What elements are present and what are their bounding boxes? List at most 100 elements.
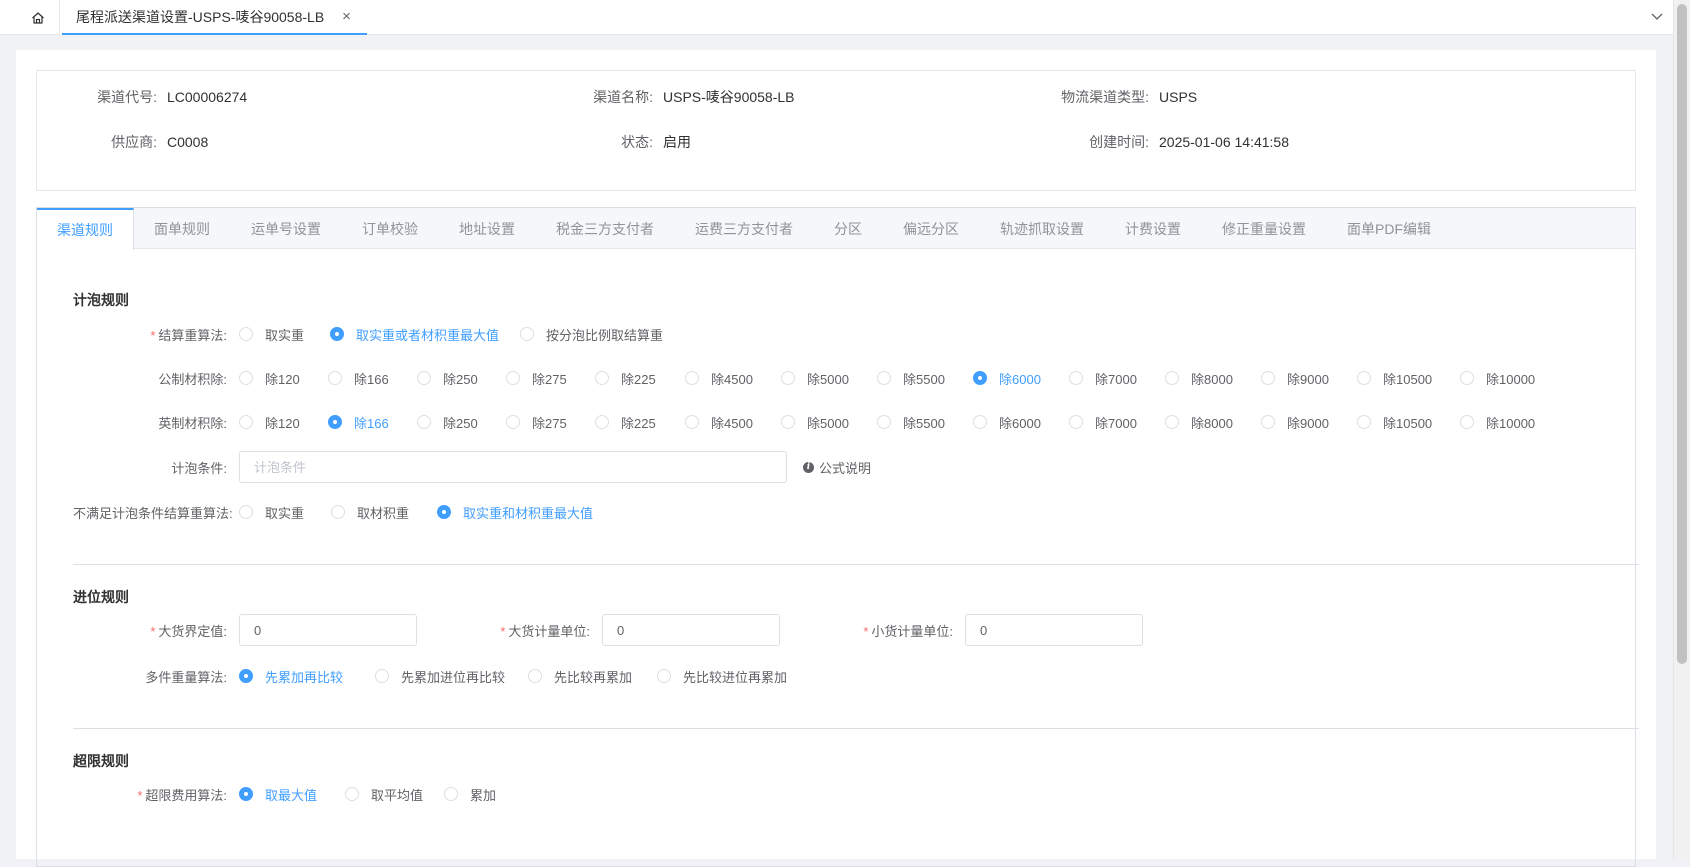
small-unit-input[interactable] (965, 614, 1143, 646)
r-metric-option[interactable]: 除5000 (781, 369, 877, 388)
tab-9[interactable]: 轨迹抓取设置 (980, 208, 1105, 249)
scrollbar-thumb[interactable] (1677, 4, 1687, 664)
radio-dot[interactable] (1261, 371, 1275, 385)
radio-dot[interactable] (973, 415, 987, 429)
radio-dot[interactable] (1357, 371, 1371, 385)
r-metric-option[interactable]: 除6000 (973, 369, 1069, 388)
radio-dot[interactable] (375, 669, 389, 683)
vertical-scrollbar[interactable] (1673, 0, 1690, 859)
radio-dot[interactable] (1261, 415, 1275, 429)
tab-12[interactable]: 面单PDF编辑 (1327, 208, 1452, 249)
r-imperial-option[interactable]: 除9000 (1261, 413, 1357, 432)
radio-dot[interactable] (239, 787, 253, 801)
radio-dot[interactable] (330, 327, 344, 341)
r-imperial-option[interactable]: 除166 (328, 413, 417, 432)
r-metric-option[interactable]: 除8000 (1165, 369, 1261, 388)
r-multi-option[interactable]: 先比较进位再累加 (657, 667, 797, 686)
chevron-down-icon[interactable] (1648, 8, 1666, 26)
tab-3[interactable]: 订单校验 (342, 208, 439, 249)
r-metric-option[interactable]: 除9000 (1261, 369, 1357, 388)
radio-dot[interactable] (328, 415, 342, 429)
radio-dot[interactable] (973, 371, 987, 385)
tab-1[interactable]: 面单规则 (134, 208, 231, 249)
radio-dot[interactable] (328, 371, 342, 385)
foam-condition-input[interactable] (239, 451, 787, 483)
radio-dot[interactable] (1069, 415, 1083, 429)
tab-2[interactable]: 运单号设置 (231, 208, 342, 249)
r-imperial-option[interactable]: 除275 (506, 413, 595, 432)
r-metric-option[interactable]: 除120 (239, 369, 328, 388)
radio-dot[interactable] (877, 371, 891, 385)
radio-dot[interactable] (1460, 415, 1474, 429)
radio-dot[interactable] (345, 787, 359, 801)
r-imperial-option[interactable]: 除4500 (685, 413, 781, 432)
r-over-option[interactable]: 取最大值 (239, 785, 345, 804)
radio-dot[interactable] (1165, 415, 1179, 429)
tab-6[interactable]: 运费三方支付者 (675, 208, 814, 249)
r-metric-option[interactable]: 除250 (417, 369, 506, 388)
radio-dot[interactable] (417, 415, 431, 429)
r-metric-option[interactable]: 除7000 (1069, 369, 1165, 388)
r-imperial-option[interactable]: 除225 (595, 413, 685, 432)
radio-dot[interactable] (685, 415, 699, 429)
radio-dot[interactable] (685, 371, 699, 385)
r-imperial-option[interactable]: 除10500 (1357, 413, 1460, 432)
close-icon[interactable]: × (342, 8, 351, 25)
tab-7[interactable]: 分区 (814, 208, 883, 249)
radio-dot[interactable] (239, 371, 253, 385)
r-multi-option[interactable]: 先累加再比较 (239, 667, 375, 686)
radio-dot[interactable] (781, 415, 795, 429)
tab-5[interactable]: 税金三方支付者 (536, 208, 675, 249)
tab-10[interactable]: 计费设置 (1105, 208, 1202, 249)
r-over-option[interactable]: 取平均值 (345, 785, 444, 804)
radio-dot[interactable] (1165, 371, 1179, 385)
bulk-unit-input[interactable] (602, 614, 780, 646)
r-unmet-option[interactable]: 取实重 (239, 503, 331, 522)
radio-dot[interactable] (239, 669, 253, 683)
r-metric-option[interactable]: 除5500 (877, 369, 973, 388)
r-imperial-option[interactable]: 除5000 (781, 413, 877, 432)
radio-dot[interactable] (417, 371, 431, 385)
r-weight-option[interactable]: 按分泡比例取结算重 (520, 325, 680, 344)
tab-8[interactable]: 偏远分区 (883, 208, 980, 249)
tab-11[interactable]: 修正重量设置 (1202, 208, 1327, 249)
radio-dot[interactable] (877, 415, 891, 429)
r-metric-option[interactable]: 除10000 (1460, 369, 1550, 388)
home-tab[interactable] (16, 0, 60, 35)
radio-dot[interactable] (239, 327, 253, 341)
page-tab-channel-settings[interactable]: 尾程派送渠道设置-USPS-唛谷90058-LB × (62, 0, 367, 35)
r-imperial-option[interactable]: 除8000 (1165, 413, 1261, 432)
radio-dot[interactable] (239, 415, 253, 429)
r-metric-option[interactable]: 除10500 (1357, 369, 1460, 388)
r-unmet-option[interactable]: 取实重和材积重最大值 (437, 503, 607, 522)
radio-dot[interactable] (437, 505, 451, 519)
r-imperial-option[interactable]: 除7000 (1069, 413, 1165, 432)
r-weight-option[interactable]: 取实重 (239, 325, 330, 344)
r-imperial-option[interactable]: 除250 (417, 413, 506, 432)
radio-dot[interactable] (506, 371, 520, 385)
r-unmet-option[interactable]: 取材积重 (331, 503, 437, 522)
r-metric-option[interactable]: 除275 (506, 369, 595, 388)
r-over-option[interactable]: 累加 (444, 785, 514, 804)
radio-dot[interactable] (1069, 371, 1083, 385)
radio-dot[interactable] (1460, 371, 1474, 385)
radio-dot[interactable] (239, 505, 253, 519)
tab-0[interactable]: 渠道规则 (37, 208, 134, 250)
radio-dot[interactable] (1357, 415, 1371, 429)
radio-dot[interactable] (331, 505, 345, 519)
r-multi-option[interactable]: 先累加进位再比较 (375, 667, 528, 686)
r-imperial-option[interactable]: 除6000 (973, 413, 1069, 432)
formula-help-link[interactable]: i 公式说明 (803, 458, 871, 477)
bulk-threshold-input[interactable] (239, 614, 417, 646)
r-multi-option[interactable]: 先比较再累加 (528, 667, 657, 686)
radio-dot[interactable] (595, 371, 609, 385)
radio-dot[interactable] (520, 327, 534, 341)
r-metric-option[interactable]: 除166 (328, 369, 417, 388)
r-imperial-option[interactable]: 除5500 (877, 413, 973, 432)
r-imperial-option[interactable]: 除10000 (1460, 413, 1550, 432)
radio-dot[interactable] (781, 371, 795, 385)
r-imperial-option[interactable]: 除120 (239, 413, 328, 432)
radio-dot[interactable] (506, 415, 520, 429)
r-metric-option[interactable]: 除225 (595, 369, 685, 388)
radio-dot[interactable] (528, 669, 542, 683)
